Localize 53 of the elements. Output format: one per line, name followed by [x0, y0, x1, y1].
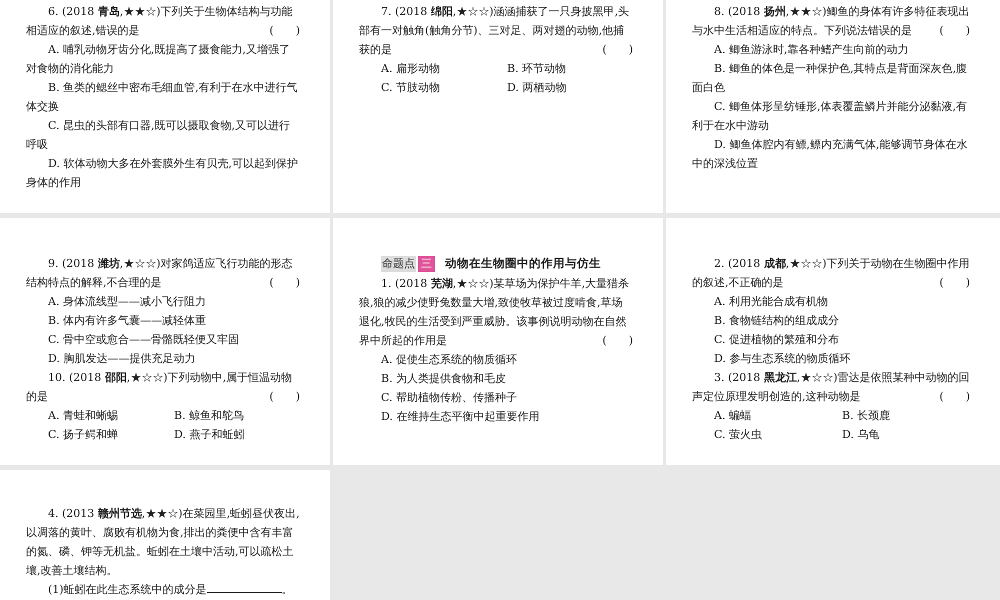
question-text: (1)蚯蚓在此生态系统中的成分是: [48, 582, 207, 598]
question-text: 6. (2018 青岛,★★☆)下列关于生物体结构与功能相适应的叙述,错误的是 ( ): [26, 4, 300, 39]
answer-option: A. 哺乳动物牙齿分化,既提高了摄食能力,又增强了对食物的消化能力: [26, 40, 300, 78]
slide-card[interactable]: 7. (2018 绵阳,★☆☆)涵涵捕获了一只身披黑甲,头部有一对触角(触角分节)、三对足、两对翅的动物,他捕获的是 ( ) A. 扁形动物 B. 环节动物 C. 节肢动物 D. 两栖动物: [333, 0, 663, 213]
question-text: 7. (2018 绵阳,★☆☆)涵涵捕获了一只身披黑甲,头部有一对触角(触角分节)、三对足、两对翅的动物,他捕获的是 ( ): [359, 4, 633, 58]
answer-option: D. 燕子和蚯蚓: [174, 425, 300, 444]
answer-option: C. 骨中空或愈合——骨骼既轻便又牢固: [26, 330, 300, 349]
answer-option: C. 萤火虫: [714, 425, 842, 444]
answer-option: A. 青蛙和蜥蜴: [48, 406, 174, 425]
question-text: 8. (2018 扬州,★★☆)鲫鱼的身体有许多特征表现出与水中生活相适应的特点。下列说法错误的是 ( ): [692, 4, 970, 39]
slide-card[interactable]: 命题点 三 动物在生物圈中的作用与仿生 1. (2018 芜湖,★☆☆)某草场为保护牛羊,大量猎杀狼,狼的减少使野兔数量大增,致使牧草被过度啃食,草场退化,牧民的生活受到严重威胁。该事例说明动物在自然界中所起的作用是 ( ) A. 促使生态系统的物质循环 B. 为人类提供食物和毛皮 C. 帮助植物传粉、传播种子 D. 在维持生态平衡中起重要作用: [333, 218, 663, 465]
answer-option: C. 昆虫的头部有口器,既可以摄取食物,又可以进行呼吸: [26, 116, 300, 154]
question-text: 3. (2018 黑龙江,★☆☆)雷达是依照某种中动物的回声定位原理发明创造的,这种动物是 ( ): [692, 370, 970, 405]
answer-option: B. 为人类提供食物和毛皮: [359, 369, 633, 388]
answer-option: D. 鲫鱼体腔内有鳔,鳔内充满气体,能够调节身体在水中的深浅位置: [692, 135, 970, 173]
answer-option: C. 促进植物的繁殖和分布: [692, 330, 970, 349]
answer-option: A. 利用光能合成有机物: [692, 292, 970, 311]
punctuation: 。: [282, 582, 293, 598]
answer-option: B. 鲸鱼和鸵鸟: [174, 406, 300, 425]
question-text: 4. (2013 赣州节选,★★☆)在菜园里,蚯蚓昼伏夜出,以凋落的黄叶、腐败有机物为食,排出的粪便中含有丰富的氮、磷、钾等无机盐。蚯蚓在土壤中活动,可以疏松土壤,改善土壤结构。: [26, 506, 300, 579]
answer-option: D. 两栖动物: [507, 78, 633, 97]
answer-option: D. 胸肌发达——提供充足动力: [26, 349, 300, 368]
answer-option: B. 环节动物: [507, 59, 633, 78]
slide-card[interactable]: 6. (2018 青岛,★★☆)下列关于生物体结构与功能相适应的叙述,错误的是 ( ) A. 哺乳动物牙齿分化,既提高了摄食能力,又增强了对食物的消化能力 B. 鱼类的鳃丝中密布毛细血管,有利于在水中进行气体交换 C. 昆虫的头部有口器,既可以摄取食物,又可以进行呼吸 D. 软体动物大多在外套膜外生有贝壳,可以起到保护身体的作用: [0, 0, 330, 213]
answer-option: B. 食物链结构的组成成分: [692, 311, 970, 330]
answer-option: B. 长颈鹿: [842, 406, 970, 425]
topic-label: 命题点: [381, 256, 416, 272]
answer-option: D. 在维持生态平衡中起重要作用: [359, 407, 633, 426]
answer-option: D. 参与生态系统的物质循环: [692, 349, 970, 368]
topic-number-badge: 三: [418, 256, 435, 272]
answer-option: C. 鲫鱼体形呈纺锤形,体表覆盖鳞片并能分泌黏液,有利于在水中游动: [692, 97, 970, 135]
question-text: 1. (2018 芜湖,★☆☆)某草场为保护牛羊,大量猎杀狼,狼的减少使野兔数量大增,致使牧草被过度啃食,草场退化,牧民的生活受到严重威胁。该事例说明动物在自然界中所起的作用是 ( ): [359, 276, 633, 349]
answer-option: B. 鱼类的鳃丝中密布毛细血管,有利于在水中进行气体交换: [26, 78, 300, 116]
answer-option: C. 扬子鳄和蝉: [48, 425, 174, 444]
question-text: 10. (2018 邵阳,★☆☆)下列动物中,属于恒温动物的是 ( ): [26, 370, 300, 405]
answer-option: A. 鲫鱼游泳时,靠各种鳍产生向前的动力: [692, 40, 970, 59]
answer-option: D. 乌龟: [842, 425, 970, 444]
slide-card[interactable]: 8. (2018 扬州,★★☆)鲫鱼的身体有许多特征表现出与水中生活相适应的特点。下列说法错误的是 ( ) A. 鲫鱼游泳时,靠各种鳍产生向前的动力 B. 鲫鱼的体色是一种保护色,其特点是背面深灰色,腹面白色 C. 鲫鱼体形呈纺锤形,体表覆盖鳞片并能分泌黏液,有利于在水中游动 D. 鲫鱼体腔内有鳔,鳔内充满气体,能够调节身体在水中的深浅位置: [666, 0, 1000, 213]
answer-option: B. 鲫鱼的体色是一种保护色,其特点是背面深灰色,腹面白色: [692, 59, 970, 97]
slide-card[interactable]: 4. (2013 赣州节选,★★☆)在菜园里,蚯蚓昼伏夜出,以凋落的黄叶、腐败有机物为食,排出的粪便中含有丰富的氮、磷、钾等无机盐。蚯蚓在土壤中活动,可以疏松土壤,改善土壤结构。 (1)蚯蚓在此生态系统中的成分是 。: [0, 470, 330, 600]
slide-card[interactable]: 2. (2018 成都,★☆☆)下列关于动物在生物圈中作用的叙述,不正确的是 ( ) A. 利用光能合成有机物 B. 食物链结构的组成成分 C. 促进植物的繁殖和分布 D. 参与生态系统的物质循环 3. (2018 黑龙江,★☆☆)雷达是依照某种中动物的回声定位原理发明创造的,这种动物是 ( ) A. 蝙蝠 B. 长颈鹿 C. 萤火虫 D. 乌龟: [666, 218, 1000, 465]
slide-card[interactable]: 9. (2018 潍坊,★☆☆)对家鸽适应飞行功能的形态结构特点的解释,不合理的是 ( ) A. 身体流线型——减小飞行阻力 B. 体内有许多气囊——减轻体重 C. 骨中空或愈合——骨骼既轻便又牢固 D. 胸肌发达——提供充足动力 10. (2018 邵阳,★☆☆)下列动物中,属于恒温动物的是 ( ) A. 青蛙和蜥蜴 B. 鲸鱼和鸵鸟 C. 扬子鳄和蝉 D. 燕子和蚯蚓: [0, 218, 330, 465]
question-text: 9. (2018 潍坊,★☆☆)对家鸽适应飞行功能的形态结构特点的解释,不合理的是 ( ): [26, 256, 300, 291]
question-text: 2. (2018 成都,★☆☆)下列关于动物在生物圈中作用的叙述,不正确的是 ( ): [692, 256, 970, 291]
answer-option: C. 帮助植物传粉、传播种子: [359, 388, 633, 407]
answer-option: A. 蝙蝠: [714, 406, 842, 425]
answer-option: A. 身体流线型——减小飞行阻力: [26, 292, 300, 311]
answer-option: A. 促使生态系统的物质循环: [359, 350, 633, 369]
answer-option: A. 扁形动物: [381, 59, 507, 78]
answer-option: D. 软体动物大多在外套膜外生有贝壳,可以起到保护身体的作用: [26, 154, 300, 192]
answer-option: C. 节肢动物: [381, 78, 507, 97]
topic-title: 动物在生物圈中的作用与仿生: [445, 255, 601, 272]
answer-option: B. 体内有许多气囊——减轻体重: [26, 311, 300, 330]
